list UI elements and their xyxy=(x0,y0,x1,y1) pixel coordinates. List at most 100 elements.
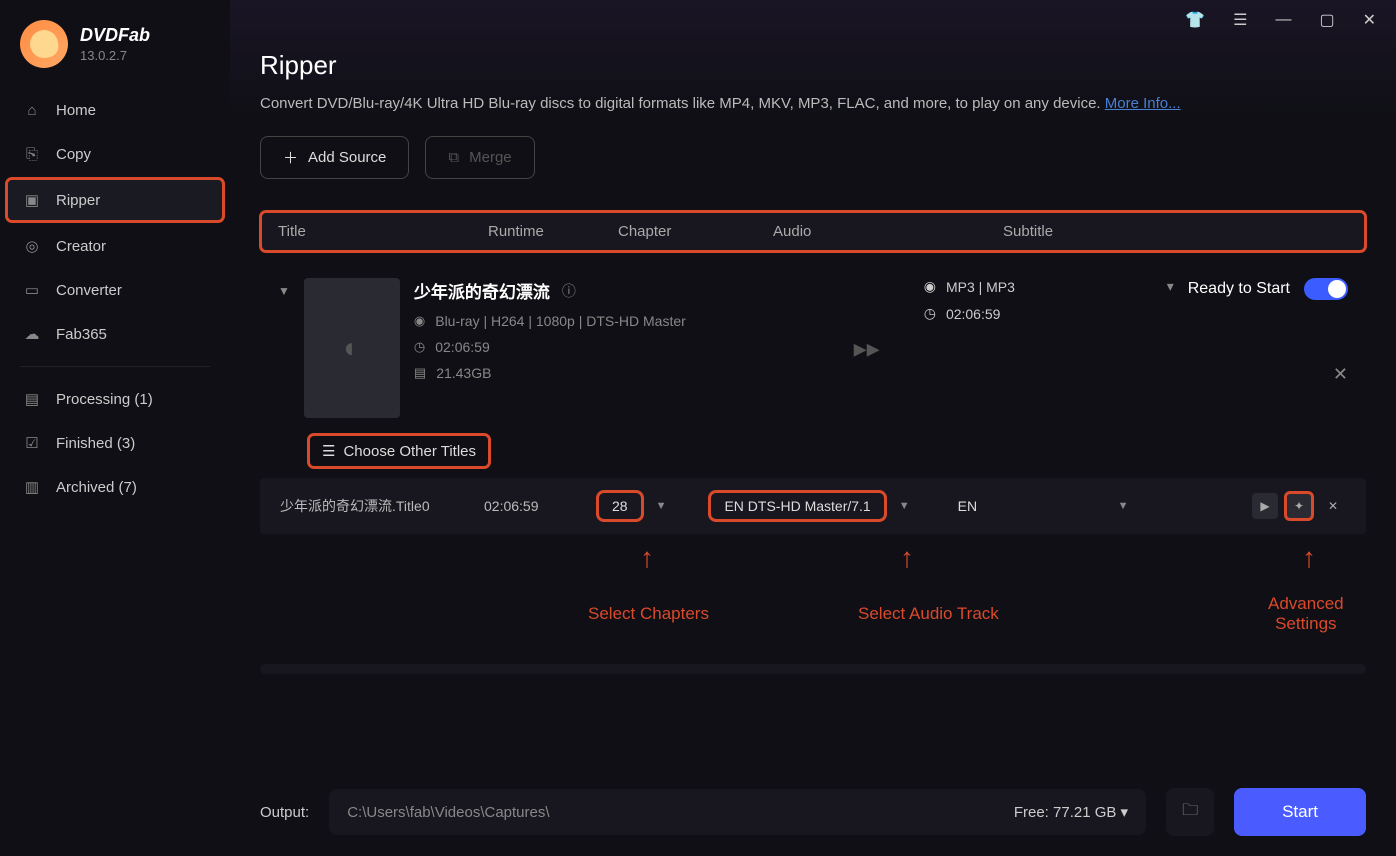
processing-icon: ▤ xyxy=(22,389,42,409)
arrow-right-icon: ▸▸ xyxy=(854,333,880,364)
output-format-selector[interactable]: ◉ MP3 | MP3 ▾ xyxy=(924,278,1174,295)
annotation-arrow-icon: ↑ xyxy=(1302,542,1316,574)
sidebar-label: Copy xyxy=(56,146,91,163)
main-panel: 👕 ☰ — ▢ ✕ Ripper Convert DVD/Blu-ray/4K … xyxy=(230,0,1396,856)
page-description: Convert DVD/Blu-ray/4K Ultra HD Blu-ray … xyxy=(260,95,1366,112)
more-info-link[interactable]: More Info... xyxy=(1105,95,1181,112)
sidebar: DVDFab 13.0.2.7 ⌂ Home ⎘ Copy ▣ Ripper ◎… xyxy=(0,0,230,856)
item-title: 少年派的奇幻漂流 xyxy=(414,278,550,303)
choose-other-titles-button[interactable]: ☰ Choose Other Titles xyxy=(308,434,490,468)
sidebar-label: Home xyxy=(56,102,96,119)
item-size: 21.43GB xyxy=(436,365,491,381)
page-title: Ripper xyxy=(260,50,1366,81)
clock-icon: ◷ xyxy=(414,339,425,355)
app-logo-icon xyxy=(20,20,68,68)
annotation-overlay: ↑ Select Chapters ↑ Select Audio Track ↑… xyxy=(260,534,1366,644)
close-icon[interactable]: ✕ xyxy=(1363,10,1376,30)
sidebar-item-creator[interactable]: ◎ Creator xyxy=(0,224,230,268)
sidebar-item-archived[interactable]: ▥ Archived (7) xyxy=(0,465,230,509)
horizontal-scrollbar[interactable] xyxy=(260,664,1366,674)
annotation-arrow-icon: ↑ xyxy=(640,542,654,574)
audio-format-icon: ◉ xyxy=(924,278,936,295)
titlebar: 👕 ☰ — ▢ ✕ xyxy=(230,0,1396,40)
chevron-down-icon: ▾ xyxy=(1167,278,1174,295)
sidebar-item-converter[interactable]: ▭ Converter xyxy=(0,268,230,312)
ripper-icon: ▣ xyxy=(22,190,42,210)
plus-icon: ＋ xyxy=(283,147,298,168)
enable-toggle[interactable] xyxy=(1304,278,1348,300)
subtitle-selector[interactable]: EN xyxy=(944,492,1104,520)
chevron-down-icon[interactable]: ▼ xyxy=(278,284,290,298)
chevron-down-icon[interactable]: ▼ xyxy=(899,500,910,512)
column-chapter: Chapter xyxy=(618,223,773,240)
clock-icon: ◷ xyxy=(924,305,936,322)
advanced-settings-button[interactable]: ✦ xyxy=(1286,493,1312,519)
menu-icon[interactable]: ☰ xyxy=(1233,10,1247,30)
converter-icon: ▭ xyxy=(22,280,42,300)
column-runtime: Runtime xyxy=(488,223,618,240)
sidebar-item-finished[interactable]: ☑ Finished (3) xyxy=(0,421,230,465)
start-button[interactable]: Start xyxy=(1234,788,1366,836)
sidebar-item-copy[interactable]: ⎘ Copy xyxy=(0,132,230,176)
list-icon: ☰ xyxy=(322,442,335,460)
thumbnail: ◐ xyxy=(304,278,400,418)
chapter-selector[interactable]: 28 xyxy=(598,492,642,520)
subrow-title: 少年派的奇幻漂流.Title0 xyxy=(280,496,470,516)
sidebar-label: Archived (7) xyxy=(56,479,137,496)
finished-icon: ☑ xyxy=(22,433,42,453)
output-path-selector[interactable]: C:\Users\fab\Videos\Captures\ Free: 77.2… xyxy=(329,789,1146,835)
archived-icon: ▥ xyxy=(22,477,42,497)
app-name: DVDFab xyxy=(80,25,150,46)
sidebar-label: Creator xyxy=(56,238,106,255)
storage-icon: ▤ xyxy=(414,365,426,381)
browse-folder-button[interactable]: 🗀 xyxy=(1166,788,1214,836)
output-label: Output: xyxy=(260,804,309,821)
free-space-text: Free: 77.21 GB ▾ xyxy=(1014,803,1128,821)
info-icon[interactable]: ⓘ xyxy=(562,281,576,301)
logo-section: DVDFab 13.0.2.7 xyxy=(0,20,230,88)
annotation-advanced: AdvancedSettings xyxy=(1268,594,1344,634)
item-duration: 02:06:59 xyxy=(435,339,490,355)
source-item-row: ▼ ◐ 少年派的奇幻漂流 ⓘ ◉ Blu-ray | H264 | 1080p |… xyxy=(260,262,1366,434)
fab365-icon: ☁ xyxy=(22,324,42,344)
folder-icon: 🗀 xyxy=(1182,799,1198,826)
sidebar-item-ripper[interactable]: ▣ Ripper xyxy=(6,178,224,222)
column-subtitle: Subtitle xyxy=(1003,223,1348,240)
play-preview-button[interactable]: ▶ xyxy=(1252,493,1278,519)
merge-icon: ⧉ xyxy=(448,149,459,166)
output-duration: 02:06:59 xyxy=(946,306,1001,322)
item-format: Blu-ray | H264 | 1080p | DTS-HD Master xyxy=(435,313,686,329)
copy-icon: ⎘ xyxy=(22,144,42,164)
sidebar-label: Ripper xyxy=(56,192,100,209)
minimize-icon[interactable]: — xyxy=(1275,11,1291,29)
home-icon: ⌂ xyxy=(22,100,42,120)
sidebar-label: Converter xyxy=(56,282,122,299)
creator-icon: ◎ xyxy=(22,236,42,256)
column-audio: Audio xyxy=(773,223,1003,240)
column-title: Title xyxy=(278,223,488,240)
sidebar-label: Finished (3) xyxy=(56,435,135,452)
chevron-down-icon[interactable]: ▼ xyxy=(1118,500,1129,512)
add-source-button[interactable]: ＋ Add Source xyxy=(260,136,409,179)
app-version: 13.0.2.7 xyxy=(80,48,150,63)
theme-icon[interactable]: 👕 xyxy=(1185,10,1205,30)
disc-icon: ◉ xyxy=(414,313,425,329)
maximize-icon[interactable]: ▢ xyxy=(1319,10,1334,30)
sidebar-item-fab365[interactable]: ☁ Fab365 xyxy=(0,312,230,356)
nav-divider xyxy=(20,366,210,367)
table-header: Title Runtime Chapter Audio Subtitle xyxy=(260,211,1366,252)
subrow-runtime: 02:06:59 xyxy=(484,498,584,514)
audio-track-selector[interactable]: EN DTS-HD Master/7.1 xyxy=(710,492,884,520)
title-sub-row: 少年派的奇幻漂流.Title0 02:06:59 28 ▼ EN DTS-HD … xyxy=(260,478,1366,534)
remove-item-button[interactable]: ✕ xyxy=(1333,364,1348,385)
sidebar-item-processing[interactable]: ▤ Processing (1) xyxy=(0,377,230,421)
item-status: Ready to Start xyxy=(1188,280,1290,298)
sidebar-label: Processing (1) xyxy=(56,391,153,408)
sidebar-item-home[interactable]: ⌂ Home xyxy=(0,88,230,132)
annotation-chapters: Select Chapters xyxy=(588,604,709,624)
toolbar: ＋ Add Source ⧉ Merge xyxy=(260,136,1366,179)
annotation-arrow-icon: ↑ xyxy=(900,542,914,574)
chevron-down-icon[interactable]: ▼ xyxy=(656,500,667,512)
remove-title-button[interactable]: ✕ xyxy=(1320,493,1346,519)
merge-button[interactable]: ⧉ Merge xyxy=(425,136,534,179)
